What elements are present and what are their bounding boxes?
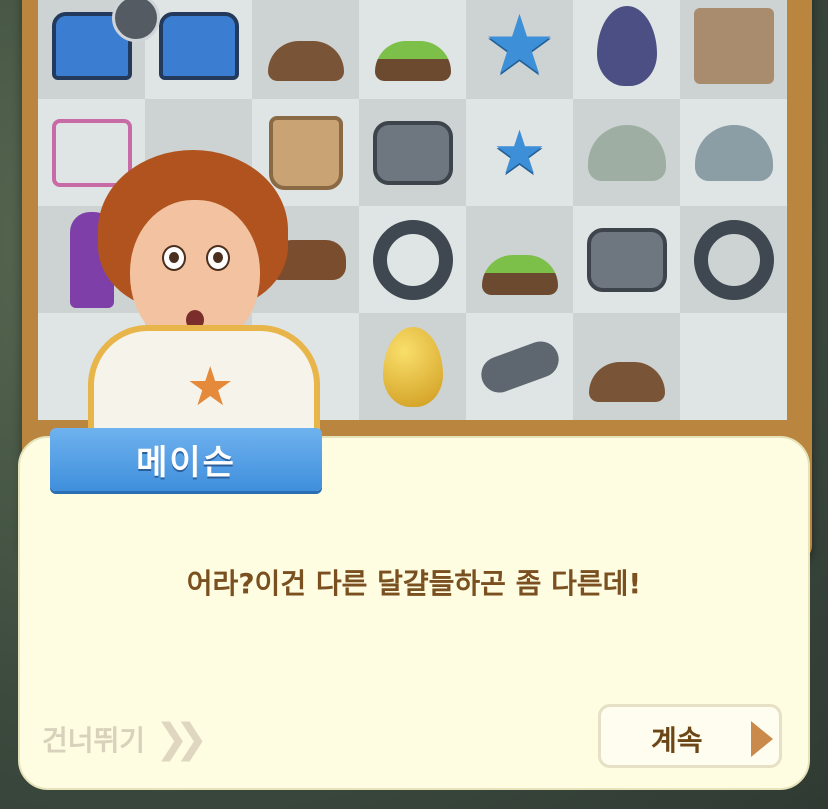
- board-cell[interactable]: [359, 206, 466, 313]
- speaker-name: 메이슨: [136, 443, 236, 483]
- mason-character-portrait: ★: [58, 150, 348, 451]
- speaker-nameplate: 메이슨: [50, 428, 322, 491]
- board-cell[interactable]: [466, 313, 573, 420]
- blue-treasure-chest-icon: [158, 6, 239, 86]
- board-cell[interactable]: [680, 206, 787, 313]
- board-cell[interactable]: [145, 0, 252, 99]
- dirt-mound-sprout-icon: [587, 327, 667, 407]
- board-cell[interactable]: [573, 99, 680, 206]
- continue-label: 계속: [651, 724, 703, 757]
- blue-star-icon: ★: [482, 0, 557, 93]
- board-cell[interactable]: [573, 0, 680, 99]
- cobweb-rock-icon: [694, 113, 774, 193]
- continue-button[interactable]: 계속: [598, 704, 782, 768]
- bike-pedal-icon: [372, 113, 453, 193]
- double-chevron-right-icon: ❯❯: [155, 716, 208, 762]
- board-cell[interactable]: [359, 313, 466, 420]
- small-blue-star-icon: ★: [492, 117, 547, 188]
- board-cell[interactable]: [680, 313, 787, 420]
- bike-grip-icon: [475, 327, 564, 407]
- cobweb-bush-icon: [587, 113, 667, 193]
- tire-icon: [372, 219, 453, 300]
- board-cell[interactable]: [359, 99, 466, 206]
- grass-mound-flag-icon: [373, 6, 453, 86]
- character-eye: [162, 245, 186, 271]
- tire-icon: [693, 219, 774, 300]
- grass-mound-icon: [480, 220, 560, 300]
- board-cell[interactable]: [466, 206, 573, 313]
- board-cell[interactable]: [359, 0, 466, 99]
- board-cell[interactable]: ★: [466, 0, 573, 99]
- skip-button[interactable]: 건너뛰기 ❯❯: [42, 716, 208, 762]
- board-cell[interactable]: [573, 313, 680, 420]
- shirt-star-icon: ★: [186, 355, 235, 418]
- play-arrow-icon: [751, 721, 773, 757]
- board-cell[interactable]: [680, 0, 787, 99]
- character-eye: [206, 245, 230, 271]
- board-cell[interactable]: [252, 0, 359, 99]
- board-cell[interactable]: ★: [466, 99, 573, 206]
- skip-label: 건너뛰기: [42, 724, 146, 757]
- cardboard-box-icon: [693, 6, 774, 86]
- dialog-message: 어라?이건 다른 달걀들하곤 좀 다른데!: [186, 567, 642, 600]
- golden-egg-icon: [373, 326, 453, 407]
- board-cell[interactable]: [680, 99, 787, 206]
- board-cell[interactable]: [573, 206, 680, 313]
- bike-pedal-icon: [586, 220, 667, 300]
- shovel-dirt-mound-icon: [266, 6, 346, 86]
- cobweb-egg-icon: [587, 5, 667, 86]
